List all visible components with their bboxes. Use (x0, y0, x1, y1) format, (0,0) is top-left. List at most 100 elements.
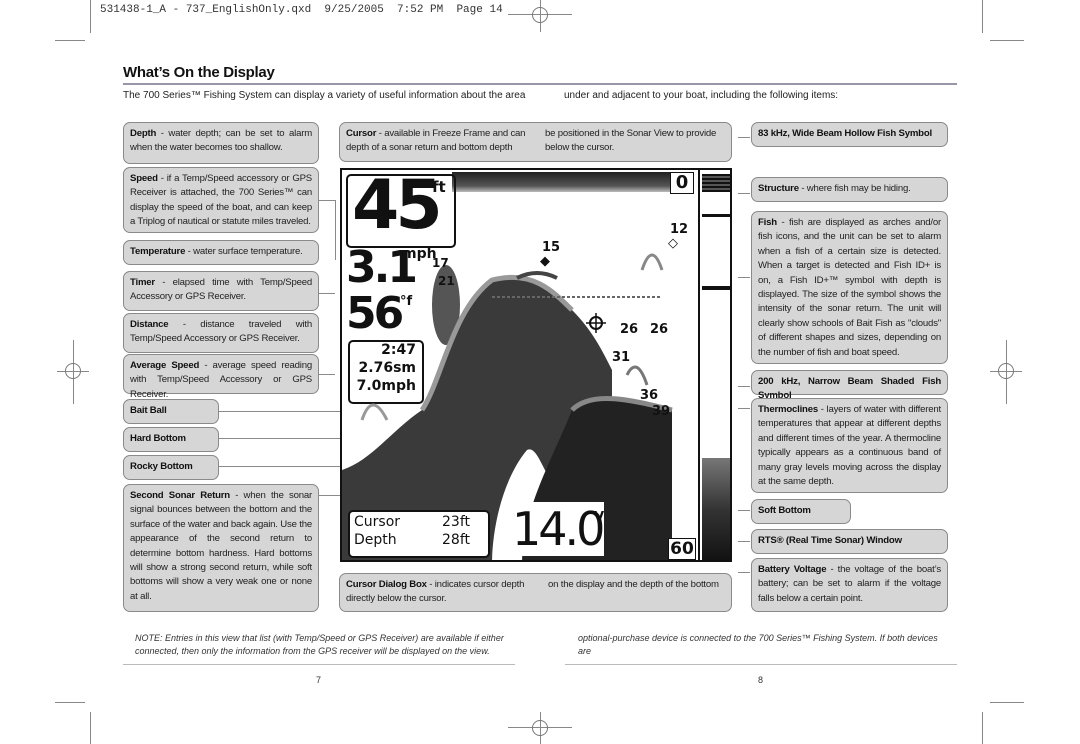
callout-rocky-bottom: Rocky Bottom (123, 455, 219, 480)
fish-depth-label: 31 (612, 350, 631, 365)
depth-scale-top: 0 (670, 172, 694, 194)
leader-line (319, 374, 335, 375)
crop-mark (982, 712, 983, 744)
fish-arch (516, 271, 558, 280)
registration-circle-icon (65, 363, 81, 379)
page-title: What’s On the Display (123, 64, 275, 81)
page-number-right: 8 (758, 675, 764, 685)
shaded-fish-icon: ◆ (540, 254, 550, 269)
depth-label: Depth (354, 532, 397, 548)
callout-desc: - layers of water with different tempera… (758, 404, 941, 488)
callout-term: Structure (758, 183, 799, 194)
callout-battery-voltage: Battery Voltage - the voltage of the boa… (751, 558, 948, 612)
callout-term: Thermoclines (758, 404, 818, 415)
heading-rule (123, 83, 957, 85)
callout-term: Temperature (130, 246, 186, 257)
leader-line (738, 408, 750, 409)
callout-timer: Timer - elapsed time with Temp/Speed Acc… (123, 271, 319, 311)
callout-cursor: Cursor - available in Freeze Frame and c… (339, 122, 732, 162)
callout-term: Bait Ball (130, 405, 167, 416)
leader-line (738, 137, 750, 138)
callout-term: Depth (130, 128, 157, 139)
callout-desc: - water surface temperature. (185, 246, 303, 257)
footer-rule-right (565, 664, 957, 665)
callout-second-sonar-return: Second Sonar Return - when the sonar sig… (123, 484, 319, 612)
leader-line (319, 293, 335, 294)
sonar-display-screen: 45 ft 3.1 mph 56 °f 2:47 2.76sm 7.0mph 1… (340, 168, 732, 562)
callout-desc-continued: on the display and the depth of the bott… (548, 579, 719, 590)
leader-line (335, 200, 336, 260)
callout-desc: - when the sonar signal bounces between … (130, 490, 312, 602)
rts-surface-band (702, 174, 730, 192)
crop-mark (982, 0, 983, 33)
callout-term: Rocky Bottom (130, 461, 193, 472)
callout-term: Distance (130, 319, 169, 330)
callout-temperature: Temperature - water surface temperature. (123, 240, 319, 265)
callout-thermoclines: Thermoclines - layers of water with diff… (751, 398, 948, 493)
callout-200khz-fish-symbol: 200 kHz, Narrow Beam Shaded Fish Symbol (751, 370, 948, 401)
fish-arch (360, 403, 389, 421)
leader-line (738, 386, 750, 387)
callout-term: RTS® (Real Time Sonar) Window (758, 535, 902, 546)
fish-depth-label: 15 (542, 240, 561, 255)
callout-soft-bottom: Soft Bottom (751, 499, 851, 524)
battery-voltage-readout: 14.0 (510, 502, 605, 556)
registration-circle-icon (998, 363, 1014, 379)
callout-hard-bottom: Hard Bottom (123, 427, 219, 452)
leader-line (738, 510, 750, 511)
footnote-right: optional-purchase device is connected to… (578, 633, 938, 656)
callout-term: Hard Bottom (130, 433, 186, 444)
depth-scale-bottom: 60 (668, 538, 696, 560)
crop-mark (990, 40, 1024, 41)
callout-desc: - where fish may be hiding. (798, 183, 911, 194)
callout-term: Average Speed (130, 360, 200, 371)
callout-structure: Structure - where fish may be hiding. (751, 177, 948, 202)
leader-line (219, 466, 340, 467)
rts-bottom-band (702, 458, 730, 560)
callout-term: Battery Voltage (758, 564, 827, 575)
crop-mark (90, 712, 91, 744)
cursor-depth-value: 23ft (442, 514, 470, 530)
callout-speed: Speed - if a Temp/Speed accessory or GPS… (123, 167, 319, 233)
crop-mark (90, 0, 91, 33)
leader-line (738, 193, 750, 194)
fish-arch (625, 365, 649, 386)
fish-depth-label: 26 (650, 322, 669, 337)
callout-desc-continued: be positioned in the Sonar View to provi… (545, 128, 717, 154)
footnote-left: NOTE: Entries in this view that list (wi… (135, 633, 504, 656)
callout-term: Fish (758, 217, 777, 228)
registration-circle-icon (532, 7, 548, 23)
callout-fish: Fish - fish are displayed as arches and/… (751, 211, 948, 364)
crop-mark (990, 702, 1024, 703)
hollow-fish-icon: ◇ (668, 236, 678, 251)
fish-depth-label: 26 (620, 322, 639, 337)
rts-thermocline-band (702, 286, 730, 290)
callout-83khz-fish-symbol: 83 kHz, Wide Beam Hollow Fish Symbol (751, 122, 948, 147)
file-slug-line: 531438-1_A - 737_EnglishOnly.qxd 9/25/20… (100, 4, 503, 16)
callout-desc: - if a Temp/Speed accessory or GPS Recei… (130, 173, 312, 228)
leader-line (738, 572, 750, 573)
callout-term: Cursor (346, 128, 377, 139)
fish-depth-label: 39 (652, 404, 671, 419)
fish-depth-label: 12 (670, 222, 689, 237)
intro-text-left: The 700 Series™ Fishing System can displ… (123, 90, 526, 101)
callout-desc: - elapsed time with Temp/Speed Accessory… (130, 277, 312, 303)
leader-line (738, 541, 750, 542)
fish-arch (640, 253, 664, 271)
registration-circle-icon (532, 720, 548, 736)
callout-rts-window: RTS® (Real Time Sonar) Window (751, 529, 948, 554)
bottom-depth-value: 28ft (442, 532, 470, 548)
crop-mark (55, 702, 85, 703)
leader-line (219, 438, 340, 439)
fish-depth-label: 21 (438, 274, 455, 288)
leader-line (319, 200, 335, 201)
callout-desc: - fish are displayed as arches and/or fi… (758, 217, 941, 358)
intro-text-right: under and adjacent to your boat, includi… (564, 90, 839, 101)
callout-term: Second Sonar Return (130, 490, 230, 501)
rts-fish-band (702, 214, 730, 217)
callout-cursor-dialog-box: Cursor Dialog Box - indicates cursor dep… (339, 573, 732, 612)
callout-term: Cursor Dialog Box (346, 579, 427, 590)
voltage-unit: V (594, 510, 605, 525)
callout-term: Timer (130, 277, 155, 288)
callout-term: Soft Bottom (758, 505, 811, 516)
